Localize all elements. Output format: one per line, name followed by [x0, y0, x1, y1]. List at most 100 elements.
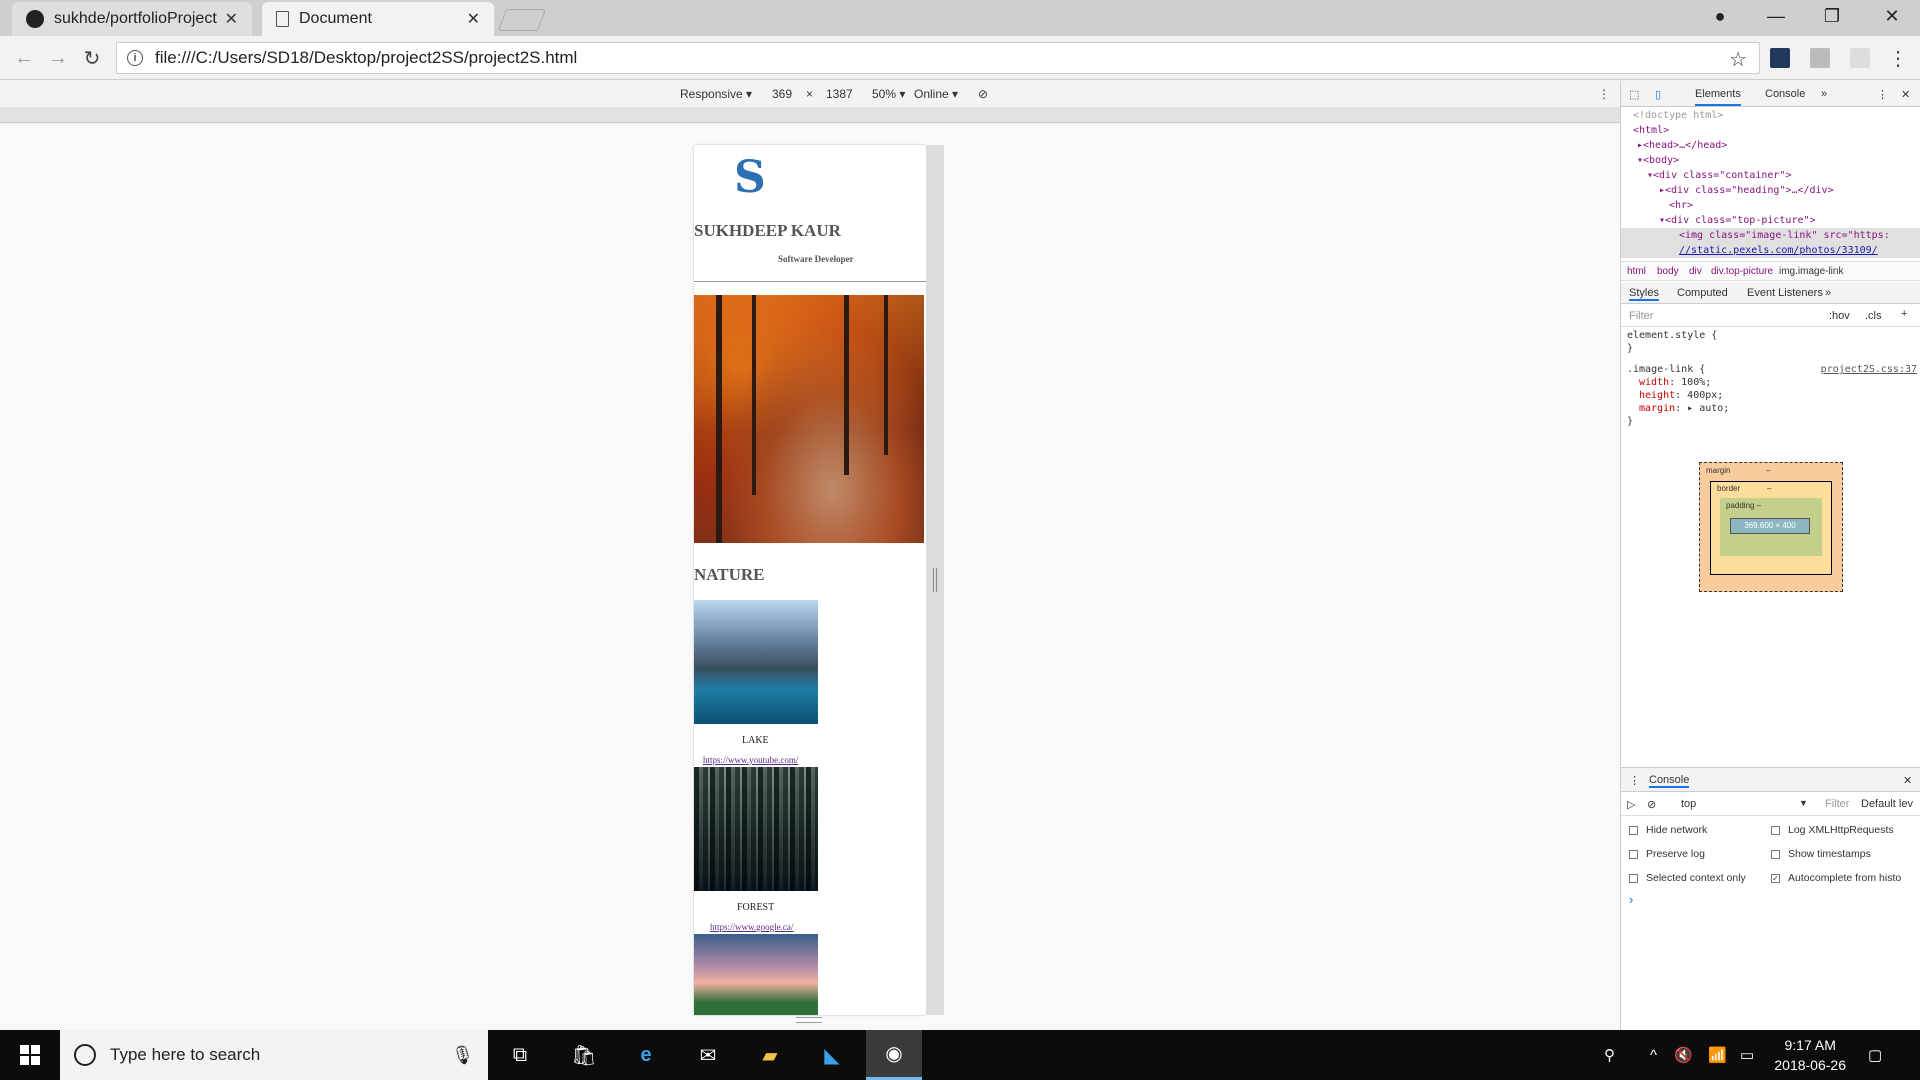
sidebar-toggle-icon[interactable]: ▷ [1627, 798, 1635, 811]
edge-icon[interactable]: e [618, 1030, 674, 1080]
devtools-menu-icon[interactable]: ⋮ [1877, 88, 1888, 101]
breadcrumb-item[interactable]: img.image-link [1779, 266, 1843, 277]
start-button[interactable] [0, 1030, 60, 1080]
notifications-icon[interactable]: ▢ [1868, 1030, 1882, 1080]
device-toggle-icon[interactable]: ▯ [1655, 88, 1661, 101]
zoom-select[interactable]: 50% ▾ [872, 87, 905, 101]
viewport-height-input[interactable]: 1387 [826, 87, 853, 101]
card-link[interactable]: https://www.google.ca/ [710, 922, 793, 932]
dom-node[interactable]: <hr> [1621, 198, 1920, 213]
style-property[interactable]: height: 400px; [1621, 389, 1920, 402]
breadcrumb-item[interactable]: body [1657, 266, 1679, 277]
card-link[interactable]: https://www.youtube.com/ [703, 755, 798, 765]
add-rule-icon[interactable]: + [1901, 308, 1907, 320]
dom-node[interactable]: ▸<head>…</head> [1621, 138, 1920, 153]
info-icon[interactable]: i [127, 50, 143, 66]
dom-node[interactable]: ▾<div class="top-picture"> [1621, 213, 1920, 228]
show-hidden-icons[interactable]: ^ [1650, 1030, 1657, 1080]
option-autocomplete[interactable]: ✓ Autocomplete from histo [1771, 872, 1901, 884]
volume-icon[interactable]: 🔇 [1674, 1030, 1693, 1080]
task-view-icon[interactable]: ⧉ [492, 1030, 548, 1080]
system-clock[interactable]: 9:17 AM 2018-06-26 [1774, 1035, 1846, 1075]
context-select[interactable]: top [1681, 798, 1696, 810]
tab-computed[interactable]: Computed [1677, 287, 1728, 299]
close-devtools-icon[interactable]: ✕ [1901, 88, 1910, 101]
vscode-icon[interactable]: ◣ [804, 1030, 860, 1080]
rotate-icon[interactable]: ⊘ [978, 87, 988, 101]
breadcrumb-item[interactable]: div [1689, 266, 1702, 277]
file-explorer-icon[interactable]: ▰ [742, 1030, 798, 1080]
device-options-icon[interactable]: ⋮ [1598, 87, 1610, 101]
reload-icon[interactable]: ↻ [78, 44, 106, 72]
tab-event-listeners[interactable]: Event Listeners [1747, 287, 1823, 299]
dom-tree[interactable]: <!doctype html> <html> ▸<head>…</head> ▾… [1621, 108, 1920, 258]
tab-portfolio-project[interactable]: sukhde/portfolioProject ✕ [12, 2, 252, 36]
inspect-icon[interactable]: ⬚ [1629, 88, 1639, 101]
dom-node[interactable]: <!doctype html> [1621, 108, 1920, 123]
taskbar-search[interactable]: Type here to search 🎙 [60, 1030, 488, 1080]
rule-selector[interactable]: .image-link { project2S.css:37 [1621, 363, 1920, 376]
clear-console-icon[interactable]: ⊘ [1647, 798, 1656, 811]
restore-button[interactable]: ❐ [1804, 0, 1860, 32]
mail-icon[interactable]: ✉ [680, 1030, 736, 1080]
extension-icon[interactable] [1850, 48, 1870, 68]
extension-icon[interactable] [1770, 48, 1790, 68]
option-show-timestamps[interactable]: Show timestamps [1771, 848, 1871, 860]
style-property[interactable]: width: 100%; [1621, 376, 1920, 389]
address-bar[interactable]: i file:///C:/Users/SD18/Desktop/project2… [116, 42, 1760, 74]
console-prompt[interactable]: › [1629, 892, 1633, 907]
new-tab-button[interactable] [497, 9, 547, 31]
back-arrow-icon[interactable]: ← [10, 44, 38, 72]
viewport-width-input[interactable]: 369 [772, 87, 792, 101]
style-property[interactable]: margin: ▸ auto; [1621, 402, 1920, 415]
more-subtabs-icon[interactable]: » [1825, 287, 1831, 299]
close-window-button[interactable]: ✕ [1864, 0, 1920, 32]
element-style-rule[interactable]: element.style { [1621, 329, 1920, 342]
people-icon[interactable]: ⚲ [1604, 1030, 1615, 1080]
device-mode-select[interactable]: Responsive ▾ [680, 87, 752, 101]
close-drawer-icon[interactable]: ✕ [1903, 774, 1912, 787]
breadcrumb-item[interactable]: html [1627, 266, 1646, 277]
forward-arrow-icon[interactable]: → [44, 44, 72, 72]
source-link[interactable]: project2S.css:37 [1821, 363, 1917, 376]
chevron-down-icon[interactable]: ▼ [1799, 798, 1808, 808]
box-model-content-size[interactable]: 369.600 × 400 [1730, 518, 1810, 534]
bookmark-star-icon[interactable]: ☆ [1729, 47, 1747, 72]
log-levels-select[interactable]: Default lev [1861, 798, 1913, 810]
media-query-ruler[interactable] [0, 107, 1620, 123]
dom-node[interactable]: ▸<div class="heading">…</div> [1621, 183, 1920, 198]
tab-document[interactable]: Document ✕ [262, 2, 494, 36]
microphone-icon[interactable]: 🎙 [451, 1045, 474, 1066]
option-log-xhr[interactable]: Log XMLHttpRequests [1771, 824, 1894, 836]
close-tab-icon[interactable]: ✕ [467, 9, 480, 29]
minimize-button[interactable]: — [1748, 0, 1804, 32]
breadcrumb-item[interactable]: div.top-picture [1711, 266, 1773, 277]
extension-icon[interactable] [1810, 48, 1830, 68]
more-tabs-icon[interactable]: » [1821, 88, 1827, 100]
console-drawer-title[interactable]: Console [1649, 774, 1690, 788]
dom-node-selected[interactable]: //static.pexels.com/photos/33109/ [1621, 243, 1920, 258]
console-filter-input[interactable]: Filter [1825, 798, 1849, 810]
tab-console[interactable]: Console [1765, 88, 1805, 100]
styles-filter-input[interactable]: Filter [1629, 310, 1653, 322]
option-selected-context[interactable]: Selected context only [1629, 872, 1746, 884]
option-preserve-log[interactable]: Preserve log [1629, 848, 1705, 860]
tab-elements[interactable]: Elements [1695, 88, 1741, 106]
store-icon[interactable]: 🛍 [556, 1030, 612, 1080]
dom-node[interactable]: ▾<body> [1621, 153, 1920, 168]
hov-toggle[interactable]: :hov [1829, 310, 1850, 322]
viewport-resize-handle[interactable] [926, 145, 944, 1015]
dom-node[interactable]: ▾<div class="container"> [1621, 168, 1920, 183]
profile-icon[interactable]: ● [1692, 0, 1748, 32]
option-hide-network[interactable]: Hide network [1629, 824, 1707, 836]
network-throttle-select[interactable]: Online ▾ [914, 87, 958, 101]
dom-node[interactable]: <html> [1621, 123, 1920, 138]
tab-styles[interactable]: Styles [1629, 287, 1659, 301]
menu-kebab-icon[interactable]: ⋮ [1884, 44, 1912, 72]
network-icon[interactable]: 📶 [1708, 1030, 1727, 1080]
cls-toggle[interactable]: .cls [1865, 310, 1882, 322]
dom-node-selected[interactable]: <img class="image-link" src="https: [1621, 228, 1920, 243]
chrome-icon[interactable]: ◉ [866, 1030, 922, 1080]
battery-icon[interactable]: ▭ [1740, 1030, 1754, 1080]
viewport-bottom-resize-handle[interactable] [796, 1017, 822, 1023]
